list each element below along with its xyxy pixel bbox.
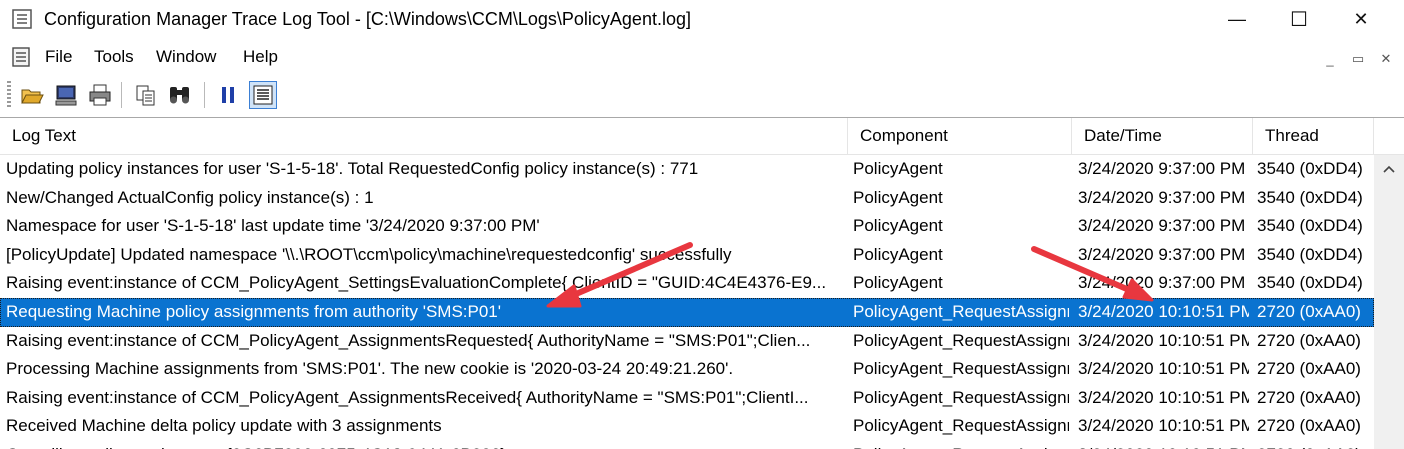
thread-cell: 3540 (0xDD4) — [1257, 187, 1363, 207]
scroll-up-button[interactable] — [1374, 155, 1404, 183]
component-cell: PolicyAgent_RequestAssignments — [853, 359, 1069, 379]
table-row[interactable]: Processing Machine assignments from 'SMS… — [0, 355, 1374, 384]
maximize-button[interactable]: ☐ — [1268, 0, 1330, 38]
toolbar-grip[interactable] — [7, 81, 11, 109]
find-icon[interactable] — [166, 81, 194, 109]
datetime-cell: 3/24/2020 9:37:00 PM — [1078, 216, 1246, 236]
log-text-cell: New/Changed ActualConfig policy instance… — [6, 187, 374, 207]
computer-icon[interactable] — [52, 81, 80, 109]
log-text-cell: Raising event:instance of CCM_PolicyAgen… — [6, 273, 827, 293]
log-text-cell: Raising event:instance of CCM_PolicyAgen… — [6, 330, 811, 350]
open-folder-icon[interactable] — [18, 81, 46, 109]
table-row[interactable]: [PolicyUpdate] Updated namespace '\\.\RO… — [0, 241, 1374, 270]
menu-bar: File Tools Window Help — [0, 42, 1404, 72]
column-header-log-text[interactable]: Log Text — [0, 118, 848, 154]
pause-icon[interactable] — [214, 81, 242, 109]
menu-help[interactable]: Help — [243, 47, 278, 67]
datetime-cell: 3/24/2020 9:37:00 PM — [1078, 159, 1246, 178]
component-cell: PolicyAgent — [853, 273, 943, 293]
mdi-close-button[interactable]: ✕ — [1374, 49, 1398, 69]
close-button[interactable]: ✕ — [1330, 0, 1392, 38]
component-cell: PolicyAgent_RequestAssignments — [853, 387, 1069, 407]
log-table: Log Text Component Date/Time Thread Upda… — [0, 117, 1404, 449]
menu-tools[interactable]: Tools — [94, 47, 134, 67]
close-icon: ✕ — [1353, 8, 1369, 29]
component-cell: PolicyAgent — [853, 216, 943, 236]
datetime-cell: 3/24/2020 10:10:51 PM — [1078, 330, 1249, 350]
table-row[interactable]: Raising event:instance of CCM_PolicyAgen… — [0, 384, 1374, 413]
print-icon[interactable] — [86, 81, 114, 109]
thread-cell: 3540 (0xDD4) — [1257, 159, 1363, 178]
component-cell: PolicyAgent — [853, 244, 943, 264]
menu-file[interactable]: File — [45, 47, 72, 67]
column-header-thread[interactable]: Thread — [1253, 118, 1374, 154]
app-icon — [12, 9, 32, 29]
component-cell: PolicyAgent — [853, 187, 943, 207]
log-text-cell: Processing Machine assignments from 'SMS… — [6, 359, 734, 379]
thread-cell: 2720 (0xAA0) — [1257, 387, 1361, 407]
thread-cell: 2720 (0xAA0) — [1257, 359, 1361, 379]
log-text-cell: [PolicyUpdate] Updated namespace '\\.\RO… — [6, 244, 732, 264]
log-text-cell: Received Machine delta policy update wit… — [6, 416, 442, 436]
datetime-cell: 3/24/2020 10:10:51 PM — [1078, 359, 1249, 379]
thread-cell: 2720 (0xAA0) — [1257, 416, 1361, 436]
toolbar-separator — [204, 82, 206, 108]
thread-cell: 2720 (0xAA0) — [1257, 330, 1361, 350]
table-row[interactable]: Received Machine delta policy update wit… — [0, 412, 1374, 441]
mdi-restore-button[interactable]: ▭ — [1346, 49, 1370, 69]
maximize-icon: ☐ — [1290, 8, 1308, 31]
column-header-component[interactable]: Component — [848, 118, 1072, 154]
datetime-cell: 3/24/2020 9:37:00 PM — [1078, 244, 1246, 264]
mdi-minimize-button[interactable]: _ — [1318, 49, 1342, 69]
copy-icon[interactable] — [132, 81, 160, 109]
component-cell: PolicyAgent_RequestAssignments — [853, 330, 1069, 350]
chevron-up-icon — [1383, 165, 1395, 173]
vertical-scrollbar[interactable] — [1374, 155, 1404, 449]
column-header-datetime[interactable]: Date/Time — [1072, 118, 1253, 154]
table-row[interactable]: Updating policy instances for user 'S-1-… — [0, 155, 1374, 184]
component-cell: PolicyAgent — [853, 159, 943, 178]
thread-cell: 3540 (0xDD4) — [1257, 216, 1363, 236]
table-row[interactable]: New/Changed ActualConfig policy instance… — [0, 184, 1374, 213]
thread-cell: 3540 (0xDD4) — [1257, 273, 1363, 293]
table-row-selected[interactable]: Requesting Machine policy assignments fr… — [0, 297, 1374, 327]
toolbar — [0, 76, 1404, 114]
datetime-cell: 3/24/2020 10:10:51 PM — [1078, 416, 1249, 436]
table-header: Log Text Component Date/Time Thread — [0, 118, 1404, 155]
datetime-cell: 3/24/2020 10:10:51 PM — [1078, 301, 1249, 321]
title-bar: Configuration Manager Trace Log Tool - [… — [0, 0, 1404, 40]
log-text-cell: Updating policy instances for user 'S-1-… — [6, 159, 699, 178]
datetime-cell: 3/24/2020 9:37:00 PM — [1078, 273, 1246, 293]
minimize-icon: — — [1228, 8, 1246, 29]
table-row[interactable]: Raising event:instance of CCM_PolicyAgen… — [0, 269, 1374, 298]
table-body: Updating policy instances for user 'S-1-… — [0, 155, 1374, 449]
component-cell: PolicyAgent_RequestAssignments — [853, 301, 1069, 321]
log-text-cell: Namespace for user 'S-1-5-18' last updat… — [6, 216, 540, 236]
highlight-icon[interactable] — [249, 81, 277, 109]
datetime-cell: 3/24/2020 9:37:00 PM — [1078, 187, 1246, 207]
log-text-cell: Raising event:instance of CCM_PolicyAgen… — [6, 387, 809, 407]
window-title: Configuration Manager Trace Log Tool - [… — [44, 9, 691, 29]
thread-cell: 3540 (0xDD4) — [1257, 244, 1363, 264]
component-cell: PolicyAgent_RequestAssignments — [853, 416, 1069, 436]
table-row[interactable]: Raising event:instance of CCM_PolicyAgen… — [0, 327, 1374, 356]
table-row[interactable]: Namespace for user 'S-1-5-18' last updat… — [0, 212, 1374, 241]
datetime-cell: 3/24/2020 10:10:51 PM — [1078, 387, 1249, 407]
document-icon[interactable] — [10, 46, 32, 68]
thread-cell: 2720 (0xAA0) — [1257, 301, 1361, 321]
minimize-button[interactable]: — — [1206, 0, 1268, 38]
menu-window[interactable]: Window — [156, 47, 216, 67]
toolbar-separator — [121, 82, 123, 108]
log-text-cell: Requesting Machine policy assignments fr… — [6, 301, 502, 321]
